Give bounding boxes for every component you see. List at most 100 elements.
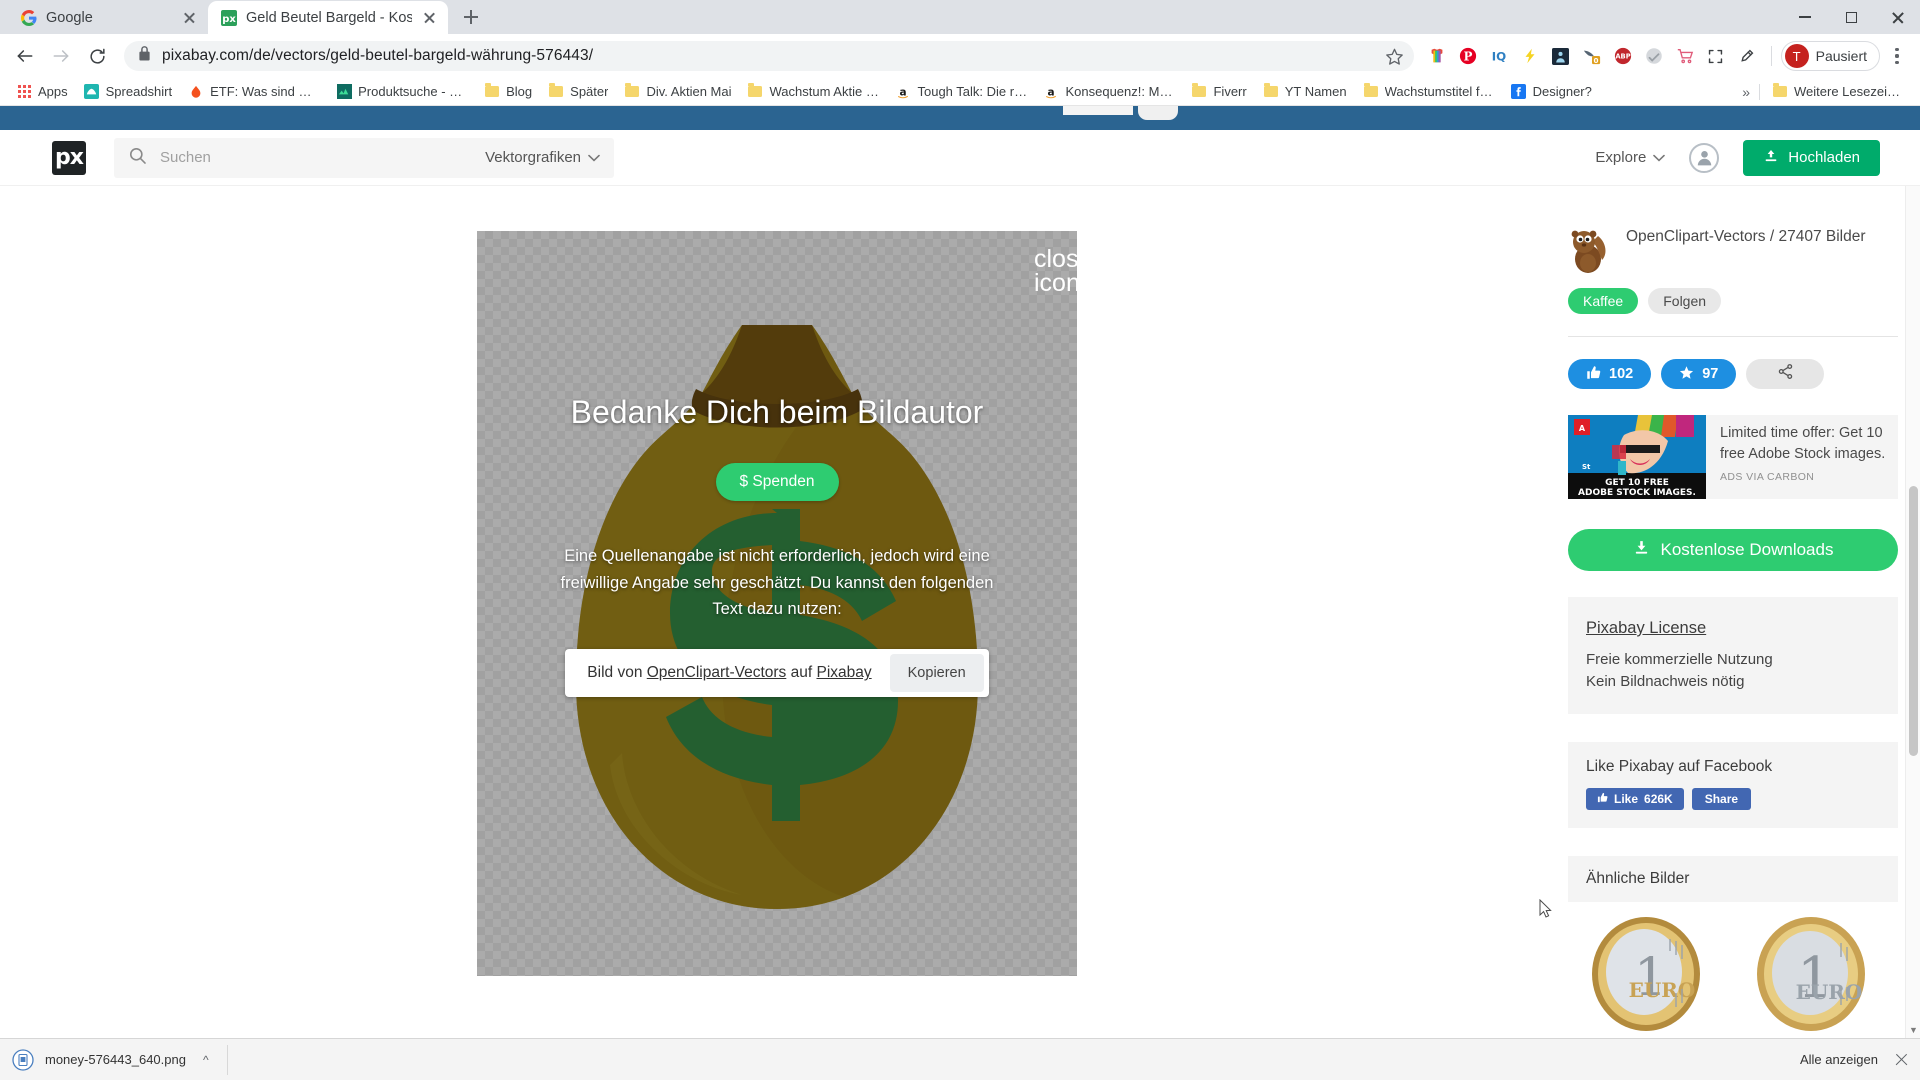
bookmarks-overflow-area: » Weitere Lesezeichen [1733, 81, 1912, 103]
tab-pixabay[interactable]: px Geld Beutel Bargeld - Kostenlose [208, 1, 448, 34]
pixabay-logo[interactable]: px [52, 140, 86, 175]
license-line-2: Kein Bildnachweis nötig [1586, 673, 1745, 690]
search-input[interactable]: Suchen [160, 149, 472, 166]
lightning-icon[interactable] [1515, 41, 1545, 71]
tag-coffee[interactable]: Kaffee [1568, 288, 1639, 314]
bookmark-tough-talk[interactable]: a Tough Talk: Die rhet... [887, 81, 1035, 103]
profile-button[interactable]: T Pausiert [1780, 41, 1880, 71]
bookmark-spaeter[interactable]: Später [540, 81, 616, 103]
teal-site-icon [336, 84, 352, 100]
facebook-share-button[interactable]: Share [1691, 788, 1752, 810]
upload-button[interactable]: Hochladen [1743, 139, 1880, 176]
license-block: Pixabay License Freie kommerzielle Nutzu… [1568, 597, 1898, 714]
mouse-cursor [1539, 898, 1552, 918]
folder-icon [624, 83, 640, 100]
pixabay-top-strip [0, 106, 1920, 130]
bookmark-other-bookmarks[interactable]: Weitere Lesezeichen [1764, 81, 1912, 103]
similar-image-euro-coin-2[interactable]: 1 EURO [1733, 914, 1888, 1034]
bookmark-star-icon[interactable] [1385, 47, 1404, 66]
ad-text: Limited time offer: Get 10 free Adobe St… [1720, 425, 1886, 462]
folder-icon [1191, 83, 1207, 100]
close-icon[interactable]: close-icon [1034, 247, 1101, 296]
rainbow-shirt-icon[interactable] [1422, 41, 1452, 71]
show-all-downloads-link[interactable]: Alle anzeigen [1800, 1052, 1878, 1067]
adblock-plus-icon[interactable]: ABP [1608, 41, 1638, 71]
bookmark-div-aktien-mai[interactable]: Div. Aktien Mai [616, 81, 739, 103]
scrollbar-thumb[interactable] [1909, 486, 1918, 756]
close-icon[interactable] [421, 9, 438, 26]
tab-title: Google [46, 9, 93, 26]
grammarly-icon[interactable] [1639, 41, 1669, 71]
address-bar[interactable]: pixabay.com/de/vectors/geld-beutel-barge… [124, 41, 1414, 71]
download-item[interactable]: money-576443_640.png ^ [12, 1044, 228, 1075]
kebab-menu-icon[interactable] [1882, 39, 1912, 73]
iq-icon[interactable]: IQ [1484, 41, 1514, 71]
bookmark-fiverr[interactable]: Fiverr [1183, 81, 1254, 103]
bookmark-spreadshirt[interactable]: Spreadshirt [76, 81, 180, 103]
download-icon [1633, 539, 1650, 561]
bookmark-produktsuche[interactable]: Produktsuche - Mer... [328, 81, 476, 103]
chevron-up-icon[interactable]: ^ [203, 1053, 209, 1067]
folder-icon [1363, 83, 1379, 100]
pixabay-link[interactable]: Pixabay [816, 664, 871, 681]
reload-icon[interactable] [80, 39, 114, 73]
bookmark-apps[interactable]: Apps [8, 81, 76, 103]
bookmark-designer[interactable]: Designer? [1503, 81, 1600, 103]
user-avatar-icon[interactable] [1689, 142, 1720, 173]
donate-button[interactable]: $ Spenden [715, 463, 839, 501]
window-close-button[interactable] [1874, 0, 1920, 34]
bookmark-wachstumstitel[interactable]: Wachstumstitel fürs... [1355, 81, 1503, 103]
page-scrollbar[interactable]: ▼ [1905, 186, 1920, 1038]
favorite-button[interactable]: 97 [1661, 359, 1737, 389]
ad-thumbnail: A St GET 10 FREE ADOBE STOCK IMAGES. [1568, 415, 1706, 499]
pinterest-icon[interactable]: P [1453, 41, 1483, 71]
fullscreen-icon[interactable] [1701, 41, 1731, 71]
google-icon [20, 9, 37, 26]
facebook-icon [1511, 84, 1527, 100]
hunter-badge-icon[interactable]: 0 [1577, 41, 1607, 71]
like-button[interactable]: 102 [1568, 359, 1652, 389]
strip-pill-a [1063, 106, 1133, 115]
search-bar[interactable]: Suchen Vektorgrafiken [114, 137, 614, 178]
image-lightbox: close-icon Bedanke Dich beim Bildautor $… [477, 231, 1101, 976]
share-button[interactable] [1746, 359, 1825, 389]
close-icon[interactable] [1894, 1053, 1908, 1067]
author-block[interactable]: OpenClipart-Vectors / 27407 Bilder [1568, 186, 1898, 274]
tab-google[interactable]: Google [8, 1, 208, 34]
bookmark-konsequenz[interactable]: a Konsequenz!: Mana... [1035, 81, 1183, 103]
chevron-double-right-icon[interactable]: » [1733, 84, 1759, 100]
eyedropper-icon[interactable] [1732, 41, 1762, 71]
facebook-like-button[interactable]: Like 626K [1586, 788, 1684, 810]
svg-text:P: P [1463, 50, 1472, 64]
author-link[interactable]: OpenClipart-Vectors [647, 664, 787, 681]
search-type-dropdown[interactable]: Vektorgrafiken [485, 149, 600, 166]
bookmark-wachstum-aktie-mai[interactable]: Wachstum Aktie Mai [739, 81, 887, 103]
tag-follow[interactable]: Folgen [1648, 288, 1722, 314]
back-icon[interactable] [8, 39, 42, 73]
svg-text:GET 10 FREE: GET 10 FREE [1605, 478, 1669, 488]
forward-icon[interactable] [44, 39, 78, 73]
minimize-button[interactable] [1782, 0, 1828, 34]
bookmark-yt-namen[interactable]: YT Namen [1255, 81, 1355, 103]
avatar: T [1784, 44, 1809, 68]
close-icon[interactable] [181, 9, 198, 26]
bookmark-blog[interactable]: Blog [476, 81, 540, 103]
svg-text:A: A [1579, 424, 1586, 433]
license-link[interactable]: Pixabay License [1586, 619, 1880, 638]
maximize-button[interactable] [1828, 0, 1874, 34]
scroll-down-arrow-icon[interactable]: ▼ [1909, 1025, 1918, 1035]
carbon-ad[interactable]: A St GET 10 FREE ADOBE STOCK IMAGES. Lim… [1568, 415, 1898, 499]
copy-button[interactable]: Kopieren [889, 654, 984, 693]
download-button[interactable]: Kostenlose Downloads [1568, 529, 1898, 571]
author-name: OpenClipart-Vectors / 27407 Bilder [1626, 228, 1866, 245]
bookmark-etf[interactable]: ETF: Was sind ETFs?... [180, 81, 328, 103]
url-text: pixabay.com/de/vectors/geld-beutel-barge… [162, 47, 594, 64]
bookmark-label: Produktsuche - Mer... [358, 84, 468, 99]
orange-drop-icon [188, 84, 204, 100]
pixabay-header: px Suchen Vektorgrafiken Explore Hochlad… [0, 130, 1920, 186]
new-tab-button[interactable] [454, 3, 488, 31]
shopping-cart-icon[interactable] [1670, 41, 1700, 71]
similar-image-euro-coin-1[interactable]: 1 EURO [1568, 914, 1723, 1034]
pocket-icon[interactable] [1546, 41, 1576, 71]
explore-menu[interactable]: Explore [1595, 149, 1666, 166]
